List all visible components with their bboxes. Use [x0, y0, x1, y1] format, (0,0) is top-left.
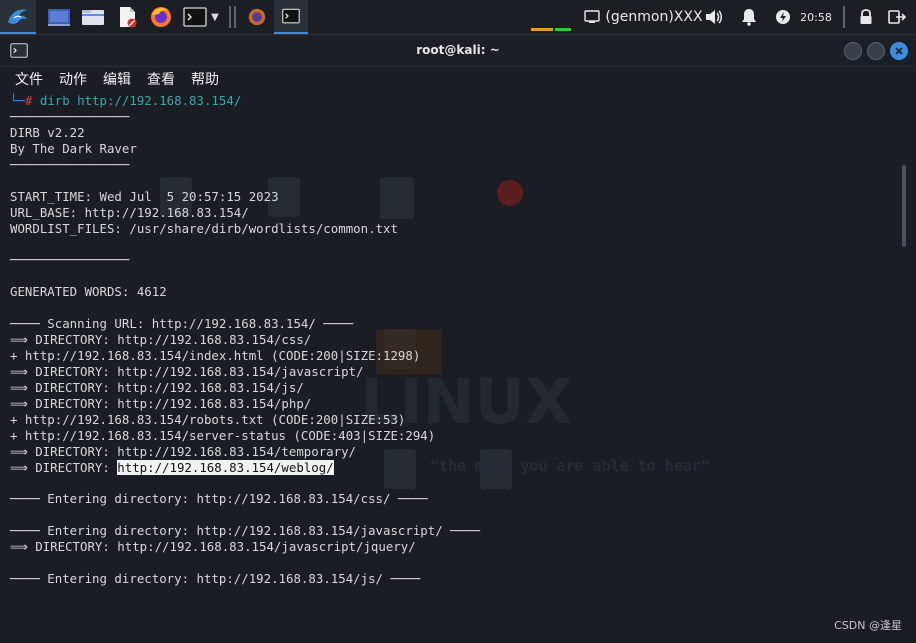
menu-view[interactable]: 查看 — [147, 69, 175, 89]
firefox-button[interactable] — [148, 3, 174, 31]
genmon-plugin[interactable]: (genmon)XXX — [605, 3, 703, 31]
prompt-corner: └─ — [10, 93, 25, 108]
lock-screen-button[interactable] — [856, 3, 876, 31]
logout-icon — [888, 10, 906, 24]
clock-label: 20:58 — [800, 10, 832, 24]
text-selection[interactable]: http://192.168.83.154/weblog/ — [117, 459, 334, 475]
menu-bar: 文件 动作 编辑 查看 帮助 — [0, 67, 916, 93]
scrollbar-thumb[interactable] — [902, 165, 906, 247]
window-titlebar[interactable]: root@kali: ~ — [0, 36, 916, 67]
minimize-button[interactable] — [844, 42, 862, 60]
menu-help[interactable]: 帮助 — [191, 69, 219, 89]
panel-separator — [229, 6, 231, 28]
volume-icon — [706, 10, 722, 24]
output-line: + http://192.168.83.154/index.html (CODE… — [10, 348, 421, 363]
desktop-icon — [48, 9, 70, 26]
output-line: + http://192.168.83.154/robots.txt (CODE… — [10, 411, 406, 427]
output-line: ──────────────── — [10, 156, 130, 172]
genmon-icon-wrap[interactable] — [582, 3, 602, 31]
taskbar-terminal-window[interactable] — [274, 0, 308, 34]
output-line: ⟹ DIRECTORY: http://192.168.83.154/js/ — [10, 379, 304, 395]
prompt-line: └─# dirb http://192.168.83.154/ — [10, 93, 890, 109]
text-editor-icon — [120, 7, 137, 28]
power-icon — [776, 10, 790, 24]
close-button[interactable] — [890, 42, 908, 60]
output-line: ──────────────── — [10, 108, 130, 124]
output-line: DIRB v2.22 — [10, 124, 85, 140]
output-line: ⟹ DIRECTORY: http://192.168.83.154/javas… — [10, 363, 364, 379]
prompt-hash: # — [24, 93, 33, 108]
kali-menu-button[interactable] — [0, 0, 36, 34]
terminal-output[interactable]: LINUX "the more you are able to hear" └─… — [0, 93, 916, 643]
show-desktop-button[interactable] — [46, 3, 72, 31]
panel-separator — [234, 6, 236, 28]
top-panel: ▼ (genmon)XXX 20:58 — [0, 0, 916, 35]
selected-output-line: ⟹ DIRECTORY: http://192.168.83.154/weblo… — [10, 459, 890, 476]
selected-line-prefix: ⟹ DIRECTORY: — [10, 459, 118, 475]
power-manager-button[interactable] — [772, 3, 794, 31]
bell-icon — [742, 9, 756, 26]
cpu-meter — [531, 28, 553, 31]
firefox-icon — [248, 8, 266, 26]
output-line: GENERATED WORDS: 4612 — [10, 284, 167, 300]
panel-separator — [843, 6, 845, 28]
maximize-button[interactable] — [867, 42, 885, 60]
terminal-icon — [282, 8, 300, 24]
output-line: ──── Entering directory: http://192.168.… — [10, 491, 428, 507]
output-line: URL_BASE: http://192.168.83.154/ — [10, 204, 249, 220]
firefox-icon — [151, 7, 171, 27]
output-line: START_TIME: Wed Jul 5 20:57:15 2023 — [10, 188, 279, 204]
lock-icon — [860, 9, 872, 24]
prompt-command: dirb http://192.168.83.154/ — [39, 93, 242, 108]
genmon-label: (genmon)XXX — [605, 9, 703, 25]
taskbar-firefox-window[interactable] — [244, 3, 270, 31]
monitor-icon — [584, 10, 600, 23]
output-line: ──── Scanning URL: http://192.168.83.154… — [10, 316, 354, 332]
output-line: WORDLIST_FILES: /usr/share/dirb/wordlist… — [10, 220, 398, 236]
menu-edit[interactable]: 编辑 — [103, 69, 131, 89]
kali-dragon-icon — [8, 9, 27, 24]
output-line: ⟹ DIRECTORY: http://192.168.83.154/css/ — [10, 332, 312, 348]
output-line: ──── Entering directory: http://192.168.… — [10, 523, 480, 539]
network-meter — [555, 28, 571, 31]
output-line: ──────────────── — [10, 252, 130, 268]
menu-file[interactable]: 文件 — [15, 69, 43, 89]
folder-icon — [82, 10, 104, 25]
terminal-lines: └─# dirb http://192.168.83.154/ ────────… — [10, 93, 890, 587]
clock[interactable]: 20:58 — [798, 3, 834, 31]
logout-button[interactable] — [886, 3, 908, 31]
terminal-window: root@kali: ~ 文件 动作 编辑 查看 帮助 LINUX "the m… — [0, 36, 916, 643]
chevron-down-icon[interactable]: ▼ — [211, 12, 219, 23]
output-line: ⟹ DIRECTORY: http://192.168.83.154/php/ — [10, 395, 312, 411]
output-line: ⟹ DIRECTORY: http://192.168.83.154/javas… — [10, 539, 416, 555]
menu-actions[interactable]: 动作 — [59, 69, 87, 89]
notifications-button[interactable] — [738, 3, 760, 31]
text-editor-button[interactable] — [114, 3, 140, 31]
output-line: + http://192.168.83.154/server-status (C… — [10, 427, 436, 443]
file-manager-button[interactable] — [80, 3, 106, 31]
close-icon — [895, 47, 903, 55]
output-line: ⟹ DIRECTORY: http://192.168.83.154/tempo… — [10, 443, 356, 459]
terminal-icon — [183, 7, 207, 27]
terminal-launcher-button[interactable]: ▼ — [180, 3, 222, 31]
csdn-watermark: CSDN @逢星 — [834, 619, 902, 632]
volume-button[interactable] — [703, 3, 725, 31]
window-title: root@kali: ~ — [416, 43, 500, 57]
output-line: By The Dark Raver — [10, 140, 137, 156]
output-line: ──── Entering directory: http://192.168.… — [10, 571, 421, 587]
